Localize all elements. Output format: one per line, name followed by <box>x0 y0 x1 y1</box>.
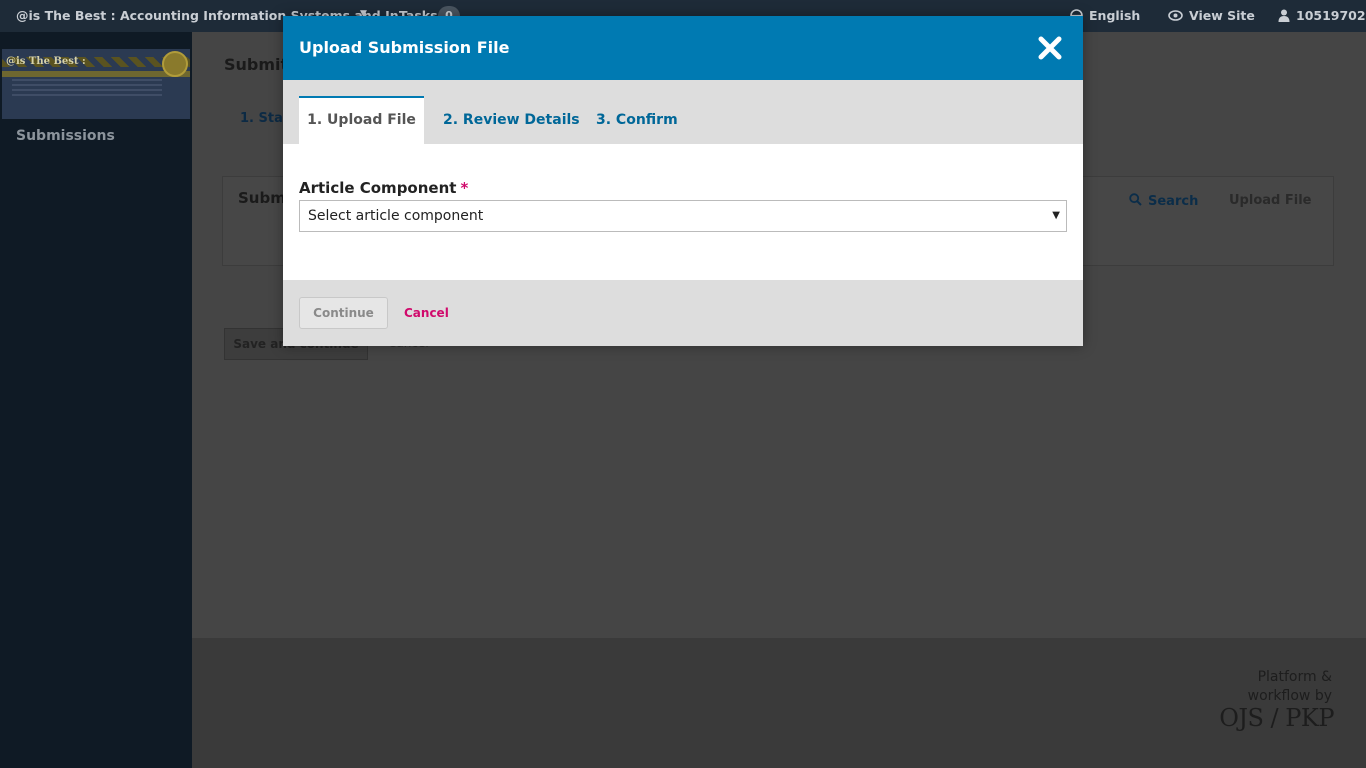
sidebar-item-submissions[interactable]: Submissions <box>16 128 115 144</box>
ojs-pkp-logo[interactable]: OJS / PKP <box>1219 704 1334 732</box>
search-label: Search <box>1148 194 1199 209</box>
user-icon <box>1278 9 1290 22</box>
upload-submission-file-modal: Upload Submission File 1. Upload File 2.… <box>283 16 1083 346</box>
close-icon[interactable] <box>1037 35 1063 61</box>
panel-title: Subm <box>238 189 286 207</box>
sidebar: @is The Best : Submissions <box>0 32 192 768</box>
modal-title: Upload Submission File <box>299 38 510 57</box>
view-site-link[interactable]: View Site <box>1168 8 1255 23</box>
journal-logo[interactable]: @is The Best : <box>2 49 190 119</box>
user-name: 10519702 <box>1296 8 1366 23</box>
tab-confirm[interactable]: 3. Confirm <box>596 96 678 144</box>
tab-upload-file[interactable]: 1. Upload File <box>299 96 424 144</box>
tab-start[interactable]: 1. Star <box>240 111 289 126</box>
logo-title: @is The Best : <box>6 56 86 67</box>
page-title: Submit <box>224 55 289 74</box>
view-site-label: View Site <box>1189 8 1255 23</box>
select-value: Select article component <box>308 208 484 224</box>
cancel-button[interactable]: Cancel <box>404 306 449 320</box>
logo-band <box>2 71 190 77</box>
logo-text-lines <box>12 79 162 97</box>
modal-header: Upload Submission File <box>283 16 1083 80</box>
continue-button[interactable]: Continue <box>299 297 388 329</box>
article-component-label-text: Article Component <box>299 179 457 197</box>
search-icon <box>1129 193 1142 210</box>
logo-seal <box>162 51 188 77</box>
platform-credit: Platform & workflow by <box>1248 668 1332 706</box>
tab-review-details[interactable]: 2. Review Details <box>443 96 580 144</box>
modal-footer: Continue Cancel <box>283 280 1083 346</box>
language-label: English <box>1089 8 1141 23</box>
required-marker: * <box>460 179 469 197</box>
user-menu[interactable]: 10519702 <box>1278 8 1366 23</box>
modal-body: Article Component * Select article compon… <box>283 144 1083 280</box>
search-link[interactable]: Search <box>1129 193 1198 210</box>
dropdown-arrow-icon: ▼ <box>1052 210 1060 221</box>
footer: Platform & workflow by OJS / PKP <box>192 638 1366 768</box>
platform-line-1: Platform & <box>1257 669 1332 685</box>
eye-icon <box>1168 10 1183 21</box>
upload-file-link[interactable]: Upload File <box>1229 193 1311 208</box>
article-component-label: Article Component * <box>299 179 468 197</box>
modal-tabs: 1. Upload File 2. Review Details 3. Conf… <box>283 80 1083 144</box>
article-component-select[interactable]: Select article component ▼ <box>299 200 1067 232</box>
